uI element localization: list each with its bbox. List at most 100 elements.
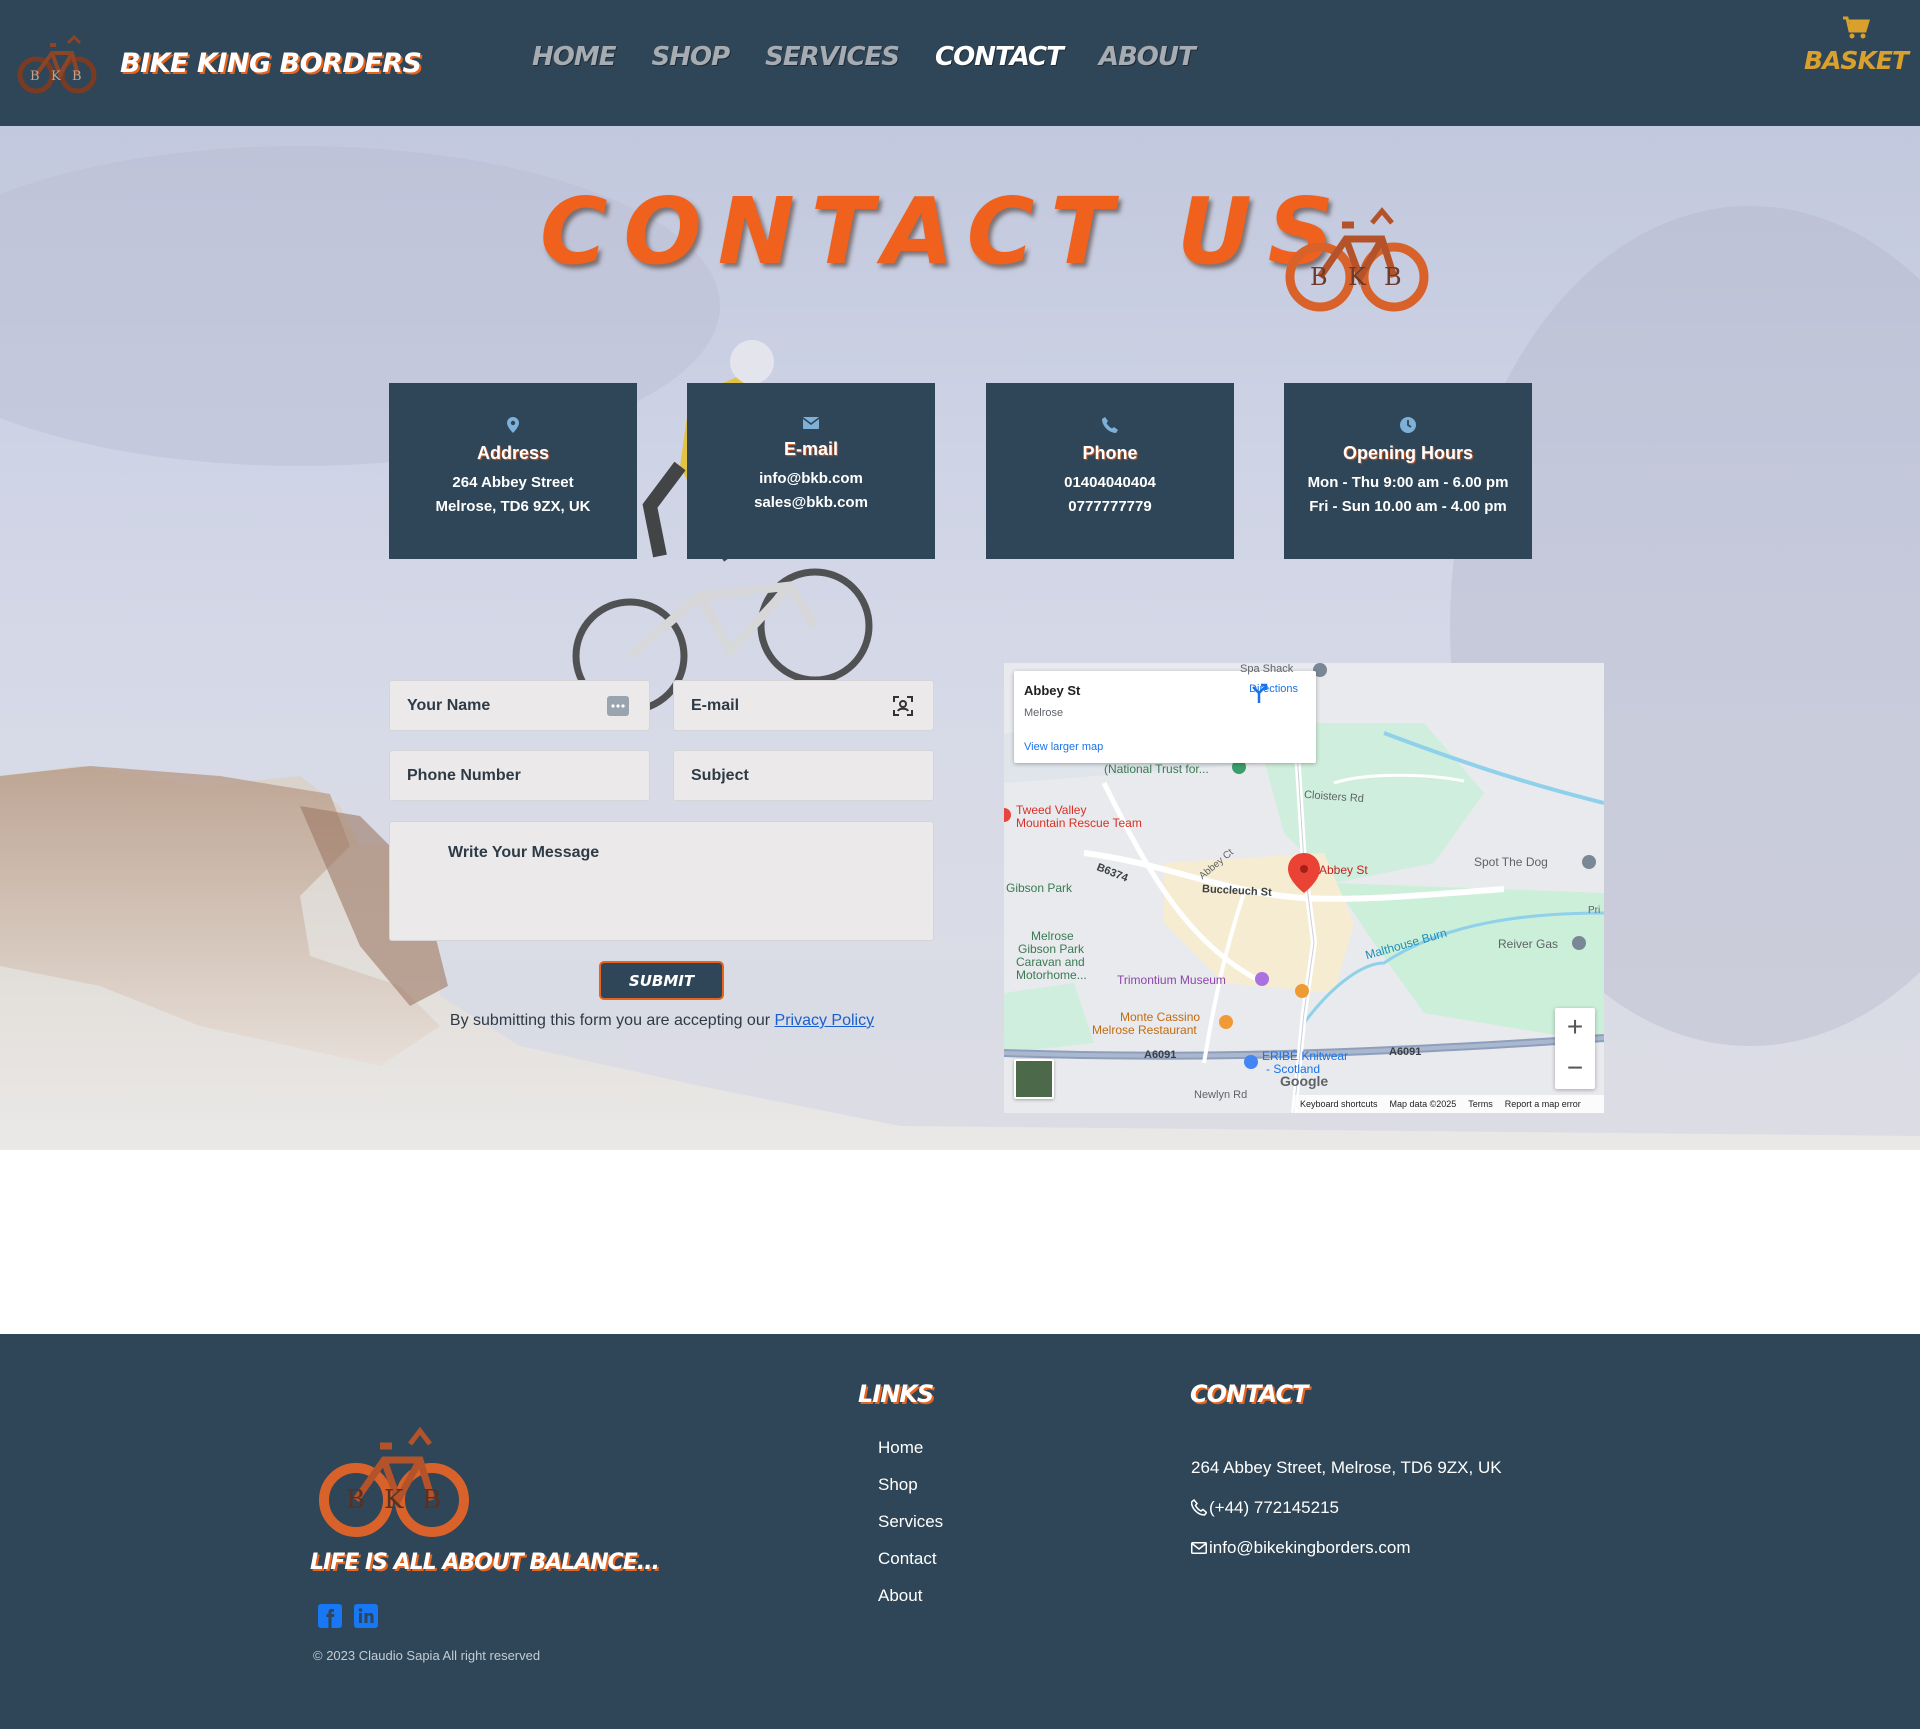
svg-text:B: B — [422, 1485, 441, 1515]
map-label-national-trust: (National Trust for... — [1104, 762, 1209, 776]
zoom-out-button[interactable]: − — [1555, 1049, 1595, 1089]
embedded-map[interactable]: Abbey St Melrose View larger map Directi… — [1004, 663, 1604, 1113]
svg-text:B: B — [30, 69, 40, 84]
map-label-gibson-park: Gibson Park — [1006, 881, 1073, 895]
directions-button[interactable]: Directions — [1249, 683, 1298, 703]
submit-button[interactable]: Submit — [599, 961, 724, 1000]
phone-number-input[interactable]: Phone Number — [389, 750, 650, 801]
hours-line-1: Mon - Thu 9:00 am - 6.00 pm — [1307, 474, 1509, 491]
footer-contact-heading: Contact — [1190, 1380, 1308, 1408]
map-label-caravan-2: Gibson Park — [1018, 942, 1085, 956]
map-label-priory: Pri — [1588, 905, 1601, 916]
hero-title-text: Contact Us — [540, 177, 1350, 285]
phone-card-title: Phone — [1082, 443, 1138, 463]
map-layer-toggle[interactable] — [1014, 1059, 1054, 1099]
map-place-card: Abbey St Melrose View larger map Directi… — [1014, 671, 1316, 763]
svg-text:B: B — [1384, 263, 1402, 291]
nav-services[interactable]: Services — [765, 42, 900, 72]
view-larger-map-link[interactable]: View larger map — [1024, 741, 1103, 753]
map-label-newlyn-rd: Newlyn Rd — [1194, 1089, 1248, 1101]
footer-links-heading: Links — [858, 1380, 934, 1408]
address-card: Address 264 Abbey Street Melrose, TD6 9Z… — [389, 383, 637, 559]
envelope-icon — [803, 417, 819, 429]
email-line-2: sales@bkb.com — [754, 494, 868, 511]
envelope-icon — [1191, 1542, 1207, 1554]
consent-text: By submitting this form you are acceptin… — [390, 1012, 934, 1030]
nav-about[interactable]: About — [1099, 42, 1196, 72]
map-label-monte-cassino-2: Melrose Restaurant — [1092, 1023, 1197, 1037]
svg-text:B: B — [1310, 263, 1328, 291]
brand[interactable]: B K B Bike King Borders — [16, 28, 422, 98]
footer-phone[interactable]: (+44) 772145215 — [1209, 1498, 1339, 1518]
site-header: B K B Bike King Borders Home Shop Servic… — [0, 0, 1920, 126]
hours-line-2: Fri - Sun 10.00 am - 4.00 pm — [1309, 498, 1507, 515]
map-label-caravan-3: Caravan and — [1016, 955, 1085, 969]
address-line-1: 264 Abbey Street — [452, 474, 574, 491]
footer-link-services[interactable]: Services — [878, 1512, 943, 1549]
footer-address: 264 Abbey Street, Melrose, TD6 9ZX, UK — [1191, 1458, 1502, 1477]
footer-link-contact[interactable]: Contact — [878, 1549, 943, 1586]
copyright-text: © 2023 Claudio Sapia All right reserved — [313, 1648, 541, 1663]
map-label-tweed-valley-1: Tweed Valley — [1016, 803, 1087, 817]
footer-link-about[interactable]: About — [878, 1586, 943, 1623]
map-label-caravan-1: Melrose — [1031, 929, 1074, 943]
footer-links-list: Home Shop Services Contact About — [878, 1438, 943, 1623]
keyboard-shortcuts-link[interactable]: Keyboard shortcuts — [1300, 1099, 1378, 1109]
phone-icon — [1102, 417, 1118, 433]
subject-placeholder: Subject — [691, 766, 749, 784]
consent-label: By submitting this form you are acceptin… — [449, 1012, 771, 1029]
hero-section: Contact Us B K B Address 264 Abbey Stree… — [0, 126, 1920, 1150]
autofill-contact-icon[interactable] — [893, 696, 913, 716]
bike-logo-icon: B K B — [319, 1426, 469, 1537]
footer-link-home[interactable]: Home — [878, 1438, 943, 1475]
nav-home[interactable]: Home — [532, 42, 616, 72]
terms-link[interactable]: Terms — [1468, 1099, 1493, 1109]
google-logo: Google — [1280, 1073, 1329, 1089]
hours-card: Opening Hours Mon - Thu 9:00 am - 6.00 p… — [1284, 383, 1532, 559]
nav-contact[interactable]: Contact — [935, 42, 1064, 72]
map-label-trimontium: Trimontium Museum — [1117, 973, 1226, 987]
page-bottom-border — [0, 1729, 1920, 1733]
map-label-a6091-left: A6091 — [1144, 1049, 1177, 1061]
basket-button[interactable]: Basket — [1804, 16, 1909, 75]
map-label-abbey-st-pin: Abbey St — [1319, 863, 1368, 877]
address-line-2: Melrose, TD6 9ZX, UK — [435, 498, 591, 515]
svg-text:B: B — [72, 69, 82, 84]
svg-text:K: K — [1348, 263, 1367, 291]
map-place-town: Melrose — [1024, 707, 1064, 719]
name-placeholder: Your Name — [407, 696, 491, 714]
footer-email[interactable]: info@bikekingborders.com — [1209, 1538, 1411, 1558]
map-label-caravan-4: Motorhome... — [1016, 968, 1087, 982]
phone-card: Phone 01404040404 0777777779 — [986, 383, 1234, 559]
location-pin-icon — [507, 417, 519, 433]
map-label-spa-shack: Spa Shack — [1240, 663, 1294, 675]
facebook-icon[interactable] — [318, 1604, 342, 1628]
map-label-a6091-right: A6091 — [1389, 1046, 1422, 1058]
bike-logo-icon: B K B — [1285, 207, 1429, 312]
footer-link-shop[interactable]: Shop — [878, 1475, 943, 1512]
subject-input[interactable]: Subject — [673, 750, 934, 801]
clock-icon — [1400, 417, 1416, 433]
nav-shop[interactable]: Shop — [652, 42, 731, 72]
map-label-tweed-valley-2: Mountain Rescue Team — [1016, 816, 1142, 830]
site-footer: B K B Life is all about balance... © 202… — [0, 1334, 1920, 1729]
name-input[interactable]: Your Name — [389, 680, 650, 731]
email-input[interactable]: E-mail — [673, 680, 934, 731]
map-label-reiver-gas: Reiver Gas — [1498, 937, 1559, 951]
linkedin-icon[interactable] — [354, 1604, 378, 1628]
brand-name: Bike King Borders — [120, 47, 422, 79]
map-place-name: Abbey St — [1024, 683, 1081, 698]
shopping-cart-icon — [1843, 16, 1870, 39]
report-map-error-link[interactable]: Report a map error — [1505, 1099, 1581, 1109]
zoom-in-button[interactable]: + — [1555, 1008, 1595, 1048]
autofill-card-icon[interactable] — [607, 696, 629, 716]
svg-text:K: K — [384, 1485, 404, 1515]
message-textarea[interactable]: Write Your Message — [389, 821, 934, 941]
message-placeholder: Write Your Message — [448, 844, 600, 861]
privacy-policy-link[interactable]: Privacy Policy — [775, 1012, 875, 1029]
address-card-title: Address — [476, 443, 550, 463]
social-links — [318, 1604, 378, 1628]
email-line-1: info@bkb.com — [759, 470, 863, 487]
phone-placeholder: Phone Number — [407, 766, 521, 784]
directions-icon — [1252, 683, 1268, 703]
